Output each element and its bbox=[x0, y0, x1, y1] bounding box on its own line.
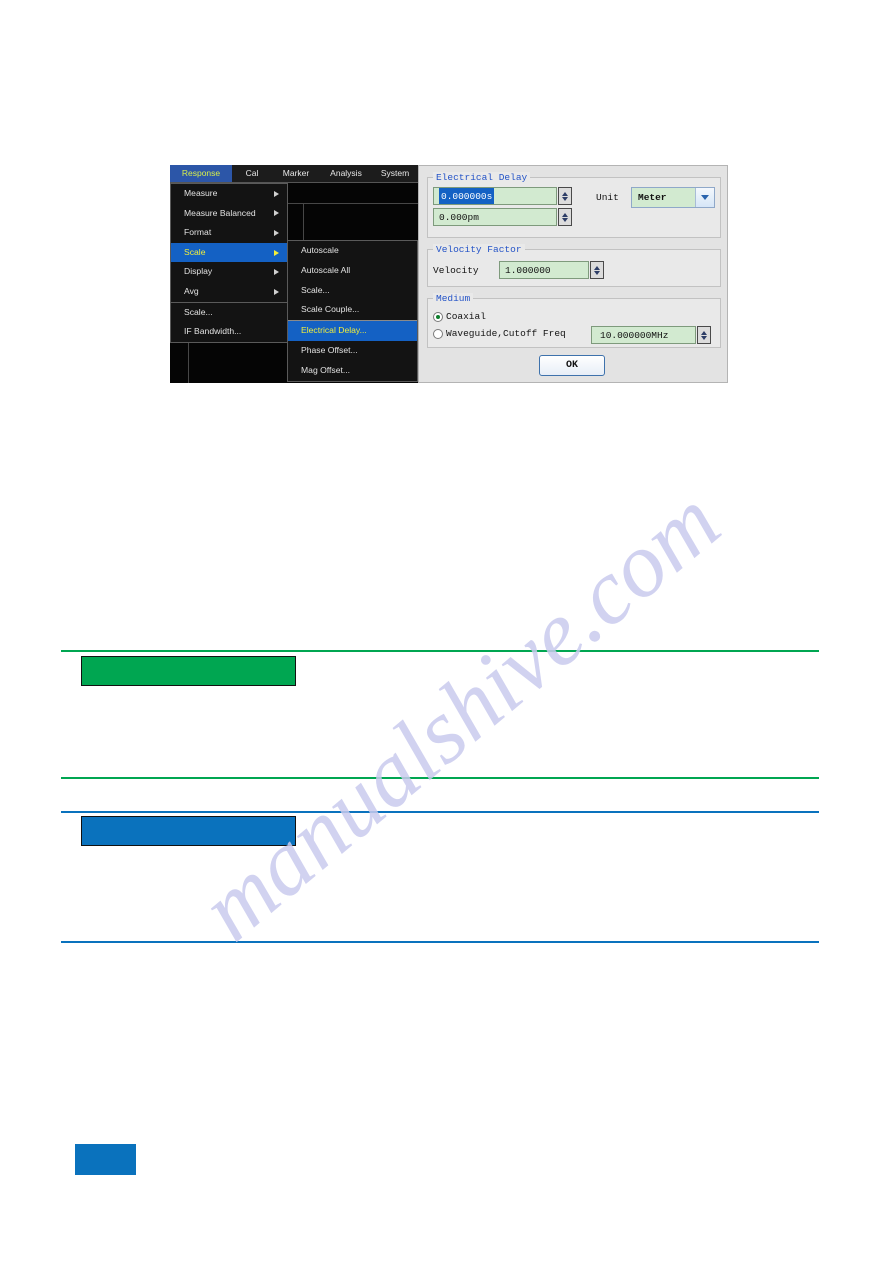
menu-item-measure-balanced[interactable]: Measure Balanced bbox=[171, 204, 287, 224]
spinner-up-icon[interactable] bbox=[701, 330, 707, 335]
menu-item-display[interactable]: Display bbox=[171, 262, 287, 282]
submenu-item-electrical-delay[interactable]: Electrical Delay... bbox=[288, 321, 417, 341]
vna-screenshot-figure: Response Cal Marker Analysis System Meas… bbox=[170, 165, 728, 383]
chevron-right-icon bbox=[274, 249, 279, 256]
menu-item-label: Phase Offset... bbox=[301, 344, 358, 355]
radio-waveguide-icon[interactable] bbox=[433, 328, 443, 339]
chevron-right-icon bbox=[274, 288, 279, 295]
ok-button[interactable]: OK bbox=[539, 355, 605, 376]
menubar-item-marker[interactable]: Marker bbox=[272, 165, 320, 182]
cutoff-freq-input[interactable]: 10.000000MHz bbox=[591, 326, 696, 344]
green-section-bottom-rule bbox=[61, 777, 819, 779]
submenu-item-scale-couple[interactable]: Scale Couple... bbox=[288, 300, 417, 320]
menu-item-label: Avg bbox=[184, 285, 199, 296]
menubar-item-cal[interactable]: Cal bbox=[232, 165, 272, 182]
menubar-item-system[interactable]: System bbox=[372, 165, 418, 182]
menubar-item-analysis[interactable]: Analysis bbox=[320, 165, 372, 182]
chevron-right-icon bbox=[274, 210, 279, 217]
velocity-label: Velocity bbox=[433, 265, 479, 276]
green-section-top-rule bbox=[61, 650, 819, 652]
unit-label: Unit bbox=[596, 192, 619, 203]
response-dropdown-menu: Measure Measure Balanced Format Scale Di… bbox=[170, 183, 288, 343]
submenu-item-mag-offset[interactable]: Mag Offset... bbox=[288, 361, 417, 381]
green-section-heading-bar bbox=[81, 656, 296, 686]
scale-submenu: Autoscale Autoscale All Scale... Scale C… bbox=[287, 240, 418, 382]
menu-item-label: Display bbox=[184, 266, 213, 277]
blue-section-bottom-rule bbox=[61, 941, 819, 943]
spinner-down-icon[interactable] bbox=[701, 335, 707, 340]
vna-grid-line bbox=[188, 341, 189, 383]
spinner-down-icon[interactable] bbox=[562, 196, 568, 201]
menu-item-scale[interactable]: Scale bbox=[171, 242, 287, 263]
delay-time-value: 0.000000s bbox=[439, 188, 495, 204]
chevron-right-icon bbox=[274, 269, 279, 276]
waveguide-label: Waveguide,Cutoff Freq bbox=[446, 328, 566, 339]
chevron-right-icon bbox=[274, 229, 279, 236]
menu-item-label: Scale... bbox=[184, 306, 213, 317]
menu-item-measure[interactable]: Measure bbox=[171, 184, 287, 204]
menubar: Response Cal Marker Analysis System bbox=[170, 165, 418, 183]
velocity-spinner[interactable] bbox=[590, 261, 604, 279]
menu-item-label: Electrical Delay... bbox=[301, 325, 367, 336]
submenu-item-scale[interactable]: Scale... bbox=[288, 281, 417, 301]
velocity-input[interactable]: 1.000000 bbox=[499, 261, 589, 279]
delay-time-input[interactable]: 0.000000s bbox=[433, 187, 557, 205]
menu-item-label: Autoscale bbox=[301, 245, 339, 255]
radio-coaxial-icon[interactable] bbox=[433, 311, 443, 322]
unit-select[interactable]: Meter bbox=[631, 187, 715, 208]
electrical-delay-dialog: Electrical Delay 0.000000s 0.000pm Unit … bbox=[418, 165, 728, 383]
delay-distance-spinner[interactable] bbox=[558, 208, 572, 226]
menu-item-label: IF Bandwidth... bbox=[184, 326, 242, 337]
spinner-up-icon[interactable] bbox=[562, 191, 568, 196]
medium-option-waveguide[interactable]: Waveguide,Cutoff Freq bbox=[433, 328, 566, 339]
menu-item-label: Scale Couple... bbox=[301, 304, 360, 315]
submenu-item-phase-offset[interactable]: Phase Offset... bbox=[288, 341, 417, 361]
menu-item-label: Format bbox=[184, 227, 212, 238]
menubar-item-response[interactable]: Response bbox=[170, 165, 232, 182]
delay-distance-input[interactable]: 0.000pm bbox=[433, 208, 557, 226]
electrical-delay-group-title: Electrical Delay bbox=[433, 172, 531, 183]
menu-item-label: Mag Offset... bbox=[301, 364, 351, 375]
menu-item-label: Measure Balanced bbox=[184, 207, 256, 218]
menu-item-label: Scale bbox=[184, 246, 206, 257]
delay-time-spinner[interactable] bbox=[558, 187, 572, 205]
unit-selected-value: Meter bbox=[638, 192, 667, 203]
submenu-item-autoscale[interactable]: Autoscale bbox=[288, 241, 417, 261]
menu-item-if-bandwidth[interactable]: IF Bandwidth... bbox=[171, 322, 287, 342]
menu-item-avg[interactable]: Avg bbox=[171, 282, 287, 302]
spinner-up-icon[interactable] bbox=[594, 265, 600, 270]
spinner-up-icon[interactable] bbox=[562, 212, 568, 217]
velocity-factor-group-title: Velocity Factor bbox=[433, 244, 525, 255]
blue-section-heading-bar bbox=[81, 816, 296, 846]
menu-item-label: Measure bbox=[184, 188, 218, 198]
chevron-down-icon bbox=[701, 195, 709, 200]
medium-option-coaxial[interactable]: Coaxial bbox=[433, 311, 486, 322]
menu-item-format[interactable]: Format bbox=[171, 223, 287, 243]
menu-item-label: Scale... bbox=[301, 284, 330, 295]
submenu-item-autoscale-all[interactable]: Autoscale All bbox=[288, 261, 417, 281]
menu-item-label: Autoscale All bbox=[301, 264, 351, 275]
coaxial-label: Coaxial bbox=[446, 311, 486, 322]
chevron-right-icon bbox=[274, 190, 279, 197]
menu-item-scale-dialog[interactable]: Scale... bbox=[171, 303, 287, 323]
watermark-text: manualshive.com bbox=[181, 469, 739, 960]
blue-section-top-rule bbox=[61, 811, 819, 813]
medium-group-title: Medium bbox=[433, 293, 474, 304]
spinner-down-icon[interactable] bbox=[594, 270, 600, 275]
spinner-down-icon[interactable] bbox=[562, 217, 568, 222]
page-number-badge bbox=[75, 1144, 136, 1175]
unit-dropdown-button[interactable] bbox=[695, 188, 714, 207]
cutoff-freq-spinner[interactable] bbox=[697, 326, 711, 344]
